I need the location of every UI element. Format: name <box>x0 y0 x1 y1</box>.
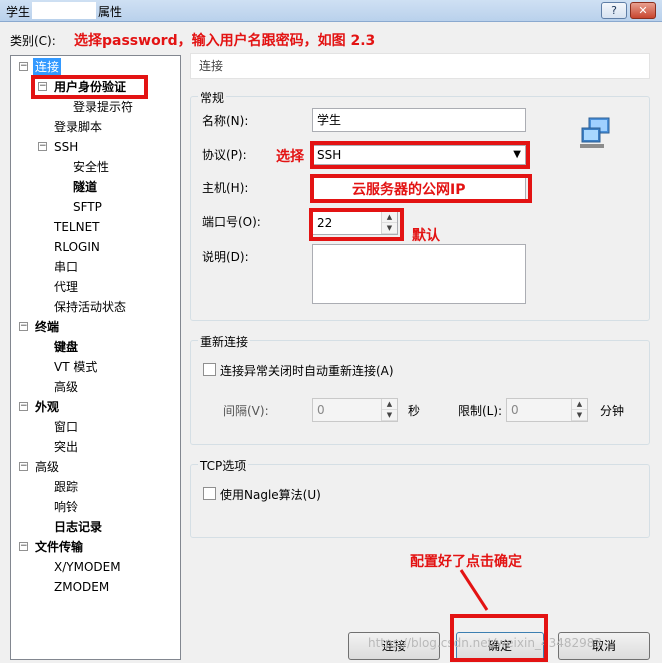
redacted-title-mask <box>32 2 96 19</box>
tree-item-label: VT 模式 <box>54 360 98 374</box>
tree-item-label: SSH <box>54 140 79 154</box>
description-label: 说明(D): <box>202 250 249 264</box>
tree-item-label: ZMODEM <box>54 580 110 594</box>
nagle-checkbox[interactable] <box>203 487 216 500</box>
title-bar: 学生 属性 ? ✕ <box>0 0 662 22</box>
port-label: 端口号(O): <box>202 215 261 229</box>
category-label: 类别(C): <box>10 34 56 48</box>
interval-spinner[interactable]: ▲ ▼ <box>381 399 397 421</box>
tree-item-label: 响铃 <box>54 500 79 514</box>
interval-value: 0 <box>317 403 325 417</box>
category-tree[interactable]: − 连接 − 用户身份验证 登录提示符 登录脚本 − SSH 安全性 隧道 SFTP TELNET RL… <box>10 55 181 660</box>
annotation-box-ok <box>450 614 548 662</box>
tcp-group-title: TCP选项 <box>198 457 249 474</box>
tree-expander-icon[interactable]: − <box>38 142 47 151</box>
name-input[interactable]: 学生 <box>312 108 526 132</box>
tree-expander-icon[interactable]: − <box>19 62 28 71</box>
window-title-prefix: 学生 <box>6 5 31 19</box>
tree-item-label: SFTP <box>73 200 102 214</box>
tree-item-label: 保持活动状态 <box>54 300 127 314</box>
close-button[interactable]: ✕ <box>630 2 656 19</box>
window-title-suffix: 属性 <box>98 5 123 19</box>
tree-item-label: 跟踪 <box>54 480 79 494</box>
interval-unit: 秒 <box>408 404 421 418</box>
limit-unit: 分钟 <box>600 404 625 418</box>
general-group-title: 常规 <box>198 89 227 106</box>
tree-item-label: 代理 <box>54 280 79 294</box>
annotation-select: 选择 <box>276 149 304 165</box>
reconnect-group-title: 重新连接 <box>198 333 251 350</box>
limit-value: 0 <box>511 403 519 417</box>
annotation-top: 选择password，输入用户名跟密码，如图 2.3 <box>74 33 376 49</box>
tree-expander-icon[interactable]: − <box>19 542 28 551</box>
tree-item-label: 窗口 <box>54 420 79 434</box>
tree-item-label: 安全性 <box>73 160 110 174</box>
tree-item-label: 连接 <box>33 58 62 76</box>
tree-expander-icon[interactable]: − <box>19 322 28 331</box>
protocol-label: 协议(P): <box>202 148 247 162</box>
tree-item-label: 日志记录 <box>54 520 103 534</box>
annotation-box-port <box>309 208 404 241</box>
tree-item-label: TELNET <box>54 220 100 234</box>
help-button[interactable]: ? <box>601 2 627 19</box>
tree-item-label: 登录提示符 <box>73 100 134 114</box>
host-label: 主机(H): <box>202 181 249 195</box>
auto-reconnect-label: 连接异常关闭时自动重新连接(A) <box>220 364 394 378</box>
tree-expander-icon[interactable]: − <box>19 402 28 411</box>
description-input[interactable] <box>312 244 526 304</box>
network-computer-icon <box>580 117 610 148</box>
tree-expander-icon[interactable]: − <box>19 462 28 471</box>
limit-input[interactable]: 0 ▲ ▼ <box>506 398 588 422</box>
tree-item-label: 高级 <box>35 460 60 474</box>
reconnect-group <box>190 340 650 445</box>
annotation-box-protocol <box>310 141 530 169</box>
tree-item-label: 终端 <box>35 320 60 334</box>
auto-reconnect-checkbox[interactable] <box>203 363 216 376</box>
interval-label: 间隔(V): <box>223 404 269 418</box>
tree-item-label: 文件传输 <box>35 540 84 554</box>
tree-item-label: 高级 <box>54 380 79 394</box>
limit-label: 限制(L): <box>458 404 503 418</box>
tree-item-label: X/YMODEM <box>54 560 121 574</box>
tree-item-label: 外观 <box>35 400 60 414</box>
tree-item-label: 突出 <box>54 440 79 454</box>
limit-spinner[interactable]: ▲ ▼ <box>571 399 587 421</box>
annotation-host: 云服务器的公网IP <box>352 182 466 198</box>
tree-item-label: 串口 <box>54 260 79 274</box>
section-header: 连接 <box>190 53 650 79</box>
interval-input[interactable]: 0 ▲ ▼ <box>312 398 398 422</box>
annotation-box-auth <box>31 75 148 99</box>
tree-item-label: RLOGIN <box>54 240 100 254</box>
tree-item-label: 登录脚本 <box>54 120 103 134</box>
nagle-label: 使用Nagle算法(U) <box>220 488 321 502</box>
annotation-default: 默认 <box>412 228 440 244</box>
name-label: 名称(N): <box>202 114 249 128</box>
tree-item-label: 键盘 <box>54 340 79 354</box>
annotation-arrow <box>459 569 489 611</box>
tree-item-label: 隧道 <box>73 180 98 194</box>
